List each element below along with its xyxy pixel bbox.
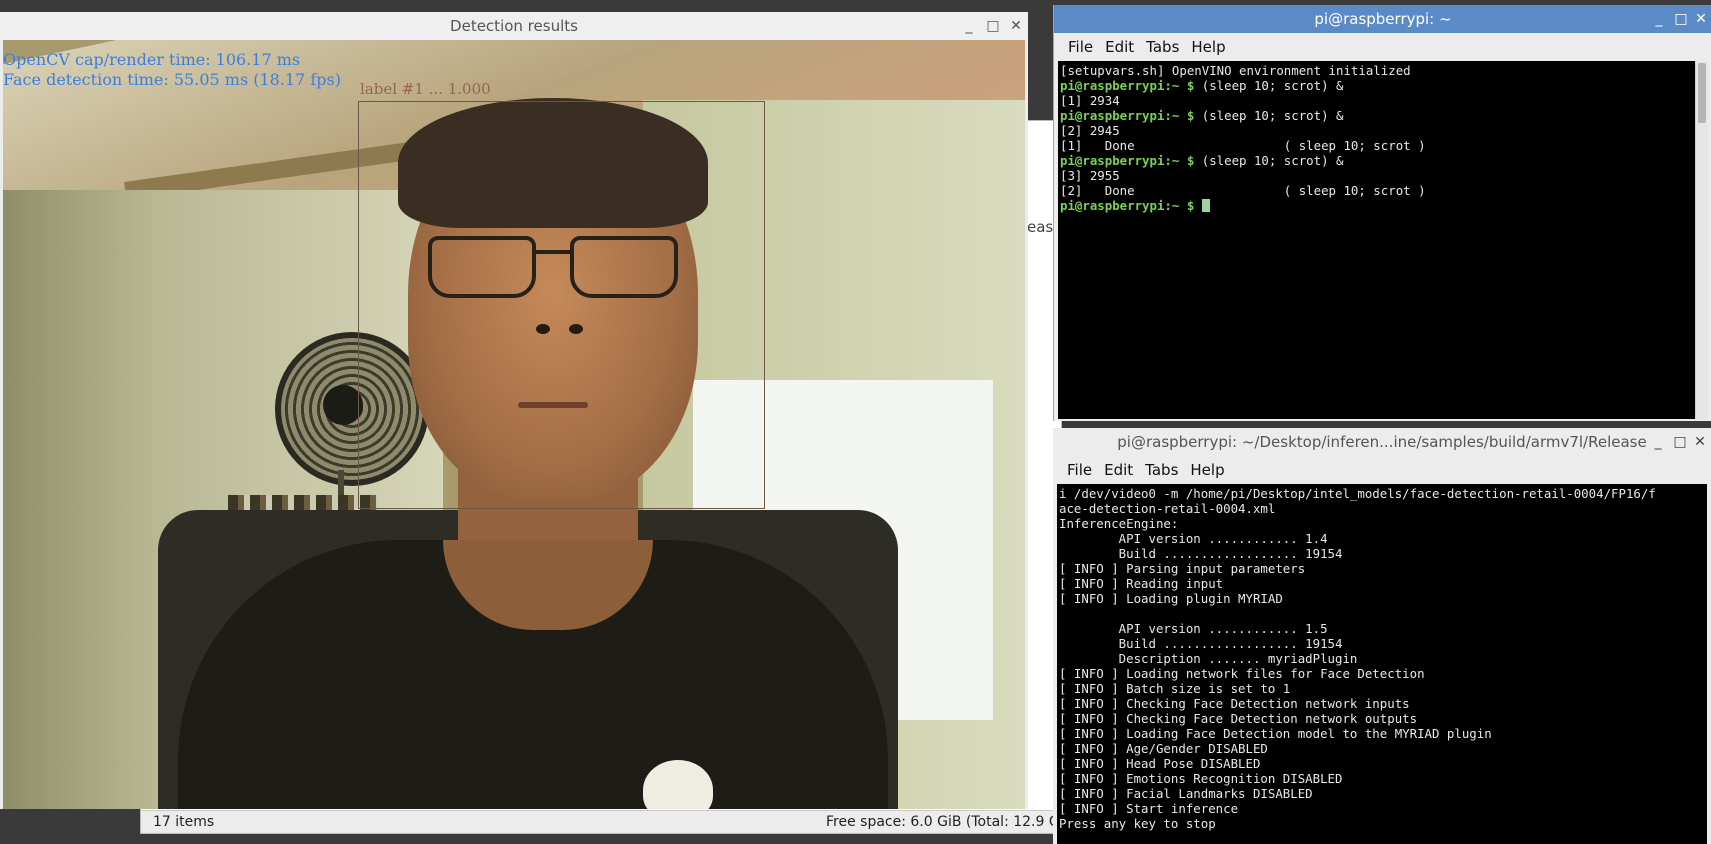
terminal-line: [ INFO ] Loading Face Detection model to… [1059,726,1492,741]
terminal-line: [ INFO ] Head Pose DISABLED [1059,756,1261,771]
terminal-line: Press any key to stop [1059,816,1216,831]
terminal-line: [1] Done ( sleep 10; scrot ) [1060,138,1708,153]
scrollbar-thumb[interactable] [1698,63,1706,123]
menu-edit[interactable]: Edit [1098,458,1139,482]
terminal-line: [ INFO ] Parsing input parameters [1059,561,1306,576]
terminal-line: Build .................. 19154 [1059,636,1343,651]
terminal-top-output[interactable]: [setupvars.sh] OpenVINO environment init… [1058,61,1708,419]
maximize-button[interactable]: □ [1669,428,1691,456]
terminal-line: API version ............ 1.5 [1059,621,1328,636]
scrollbar[interactable] [1695,61,1708,419]
detection-titlebar[interactable]: Detection results _ □ ✕ [0,12,1028,40]
terminal-line: [3] 2955 [1060,168,1708,183]
window-title: Detection results [450,17,578,35]
shell-prompt: pi@raspberrypi:~ $ [1060,198,1195,213]
terminal-line: [ INFO ] Start inference [1059,801,1239,816]
minimize-button[interactable]: _ [958,12,980,40]
terminal-line: pi@raspberrypi:~ $ [1060,198,1708,213]
terminal-line-text: (sleep 10; scrot) & [1194,78,1344,93]
terminal-line: pi@raspberrypi:~ $ (sleep 10; scrot) & [1060,108,1708,123]
terminal-line-text: [2] Done ( sleep 10; scrot ) [1060,183,1426,198]
terminal-line: [setupvars.sh] OpenVINO environment init… [1060,63,1708,78]
terminal-line: [ INFO ] Facial Landmarks DISABLED [1059,786,1313,801]
menu-file[interactable]: File [1062,35,1099,59]
render-time-text: OpenCV cap/render time: 106.17 ms [3,50,301,69]
menu-edit[interactable]: Edit [1099,35,1140,59]
terminal-line: [ INFO ] Reading input [1059,576,1224,591]
terminal-line: [ INFO ] Emotions Recognition DISABLED [1059,771,1343,786]
terminal-line: [ INFO ] Batch size is set to 1 [1059,681,1291,696]
menu-help[interactable]: Help [1185,35,1231,59]
window-title: pi@raspberrypi: ~/Desktop/inferen...ine/… [1117,433,1647,451]
free-space-info: Free space: 6.0 GiB (Total: 12.9 G [826,814,1060,830]
terminal-line: pi@raspberrypi:~ $ (sleep 10; scrot) & [1060,153,1708,168]
shell-prompt: pi@raspberrypi:~ $ [1060,78,1195,93]
terminal-line-text: [1] Done ( sleep 10; scrot ) [1060,138,1426,153]
terminal-line: [ INFO ] Checking Face Detection network… [1059,711,1418,726]
terminal-line: i /dev/video0 -m /home/pi/Desktop/intel_… [1059,486,1656,501]
item-count: 17 items [153,814,215,830]
close-button[interactable]: ✕ [1690,5,1711,33]
terminal-bottom-output[interactable]: i /dev/video0 -m /home/pi/Desktop/intel_… [1057,484,1707,844]
file-manager-status-bar: 17 items Free space: 6.0 GiB (Total: 12.… [141,810,1061,833]
terminal-line: [ INFO ] Checking Face Detection network… [1059,696,1410,711]
terminal-line-text: [1] 2934 [1060,93,1120,108]
terminal-line: Build .................. 19154 [1059,546,1343,561]
terminal-line: Description ....... myriadPlugin [1059,651,1358,666]
terminal-line: [1] 2934 [1060,93,1708,108]
detection-results-window[interactable]: Detection results _ □ ✕ label #1 ... 1.0… [0,12,1028,809]
terminal-line: pi@raspberrypi:~ $ (sleep 10; scrot) & [1060,78,1708,93]
fan-hub [323,385,363,425]
minimize-button[interactable]: _ [1647,428,1669,456]
terminal-line: ace-detection-retail-0004.xml [1059,501,1276,516]
terminal-top-menubar: File Edit Tabs Help [1054,35,1711,59]
window-title: pi@raspberrypi: ~ [1314,10,1452,28]
minimize-button[interactable]: _ [1648,5,1670,33]
terminal-line-text: (sleep 10; scrot) & [1194,108,1344,123]
timing-overlay: OpenCV cap/render time: 106.17 ms Face d… [3,50,341,90]
terminal-line-text: [2] 2945 [1060,123,1120,138]
terminal-line: [ INFO ] Loading plugin MYRIAD [1059,591,1283,606]
text-cursor [1201,199,1210,212]
terminal-line-text: [setupvars.sh] OpenVINO environment init… [1060,63,1411,78]
terminal-window-top[interactable]: pi@raspberrypi: ~ _ □ ✕ File Edit Tabs Help… [1053,5,1711,421]
detection-time-text: Face detection time: 55.05 ms (18.17 fps… [3,70,341,89]
terminal-line-text: (sleep 10; scrot) & [1194,153,1344,168]
terminal-line: InferenceEngine: [1059,516,1179,531]
terminal-line: [2] 2945 [1060,123,1708,138]
shell-prompt: pi@raspberrypi:~ $ [1060,153,1195,168]
maximize-button[interactable]: □ [1670,5,1692,33]
shell-prompt: pi@raspberrypi:~ $ [1060,108,1195,123]
camera-frame: label #1 ... 1.000 [3,40,1025,809]
menu-tabs[interactable]: Tabs [1140,35,1185,59]
terminal-line: API version ............ 1.4 [1059,531,1328,546]
menu-tabs[interactable]: Tabs [1139,458,1184,482]
menu-file[interactable]: File [1061,458,1098,482]
menu-help[interactable]: Help [1184,458,1230,482]
terminal-bottom-titlebar[interactable]: pi@raspberrypi: ~/Desktop/inferen...ine/… [1053,428,1711,456]
bounding-box-label: label #1 ... 1.000 [360,80,491,98]
terminal-line: [ INFO ] Age/Gender DISABLED [1059,741,1268,756]
terminal-bottom-menubar: File Edit Tabs Help [1053,458,1711,482]
terminal-window-bottom[interactable]: pi@raspberrypi: ~/Desktop/inferen...ine/… [1053,428,1711,844]
face-bounding-box [358,101,765,509]
close-button[interactable]: ✕ [1689,428,1711,456]
maximize-button[interactable]: □ [982,12,1004,40]
terminal-line-text [1194,198,1201,213]
terminal-line: [ INFO ] Loading network files for Face … [1059,666,1425,681]
terminal-line: [2] Done ( sleep 10; scrot ) [1060,183,1708,198]
terminal-line-text: [3] 2955 [1060,168,1120,183]
terminal-top-titlebar[interactable]: pi@raspberrypi: ~ _ □ ✕ [1054,5,1711,33]
close-button[interactable]: ✕ [1005,12,1027,40]
